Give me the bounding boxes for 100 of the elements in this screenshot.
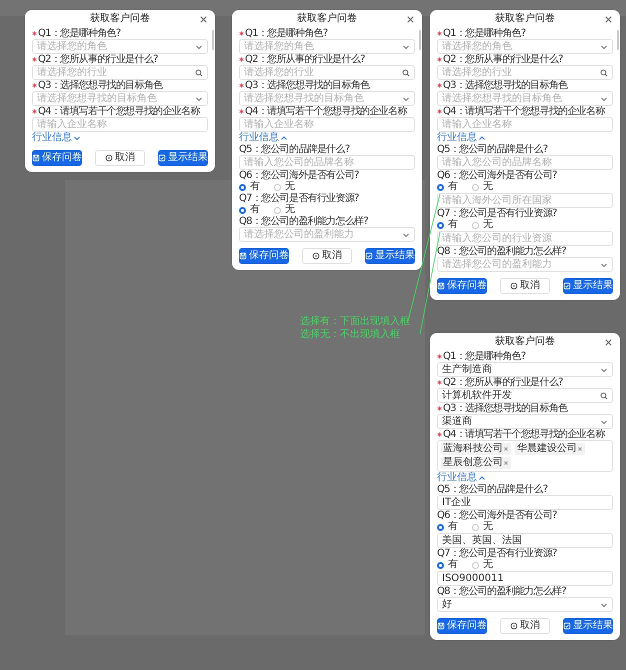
- scrollbar[interactable]: [617, 30, 619, 50]
- radio-option[interactable]: 有: [437, 521, 458, 533]
- question-label: Q5：您公司的品牌是什么?: [437, 484, 548, 495]
- checkbox-icon: [563, 282, 571, 290]
- dropdown-field[interactable]: 生产制造商: [437, 362, 613, 377]
- radio-option[interactable]: 无: [274, 181, 295, 193]
- floppy-disk-icon: [437, 282, 445, 290]
- result-button[interactable]: 显示结果: [158, 150, 208, 166]
- annotation-text: 选择有：下面出现填入框: [300, 316, 410, 327]
- checkbox-icon: [365, 252, 373, 260]
- tag[interactable]: 华晨建设公司: [515, 443, 585, 455]
- question-label: Q8：您公司的盈利能力怎么样?: [437, 246, 566, 257]
- floppy-disk-icon: [239, 252, 247, 260]
- cancel-button[interactable]: 取消: [95, 150, 145, 166]
- section-toggle[interactable]: 行业信息: [239, 132, 288, 144]
- question-label: Q5：您公司的品牌是什么?: [239, 144, 350, 155]
- remove-icon[interactable]: [503, 460, 509, 466]
- section-toggle[interactable]: 行业信息: [437, 472, 486, 484]
- radio-option[interactable]: 有: [437, 559, 458, 571]
- input-field[interactable]: 美国、英国、法国: [437, 533, 613, 548]
- question-label: Q5：您公司的品牌是什么?: [437, 144, 548, 155]
- question-label: Q4：请填写若干个您想寻找的企业名称: [38, 106, 200, 117]
- minus-circle-icon: [105, 154, 113, 162]
- question-label: Q1：您是哪种角色?: [443, 351, 526, 362]
- question-label: Q7：您公司是否有行业资源?: [239, 193, 359, 204]
- question-label: Q4：请填写若干个您想寻找的企业名称: [245, 106, 407, 117]
- search-icon: [600, 68, 608, 76]
- radio-option[interactable]: 无: [274, 204, 295, 216]
- question-label: Q3：选择您想寻找的目标角色: [38, 80, 162, 91]
- save-button[interactable]: 保存问卷: [437, 278, 487, 294]
- caret-icon: [73, 134, 81, 142]
- tag[interactable]: 蓝海科技公司: [441, 443, 511, 455]
- cancel-button[interactable]: 取消: [500, 278, 550, 294]
- save-button[interactable]: 保存问卷: [437, 618, 487, 634]
- chevron-down-icon: [402, 94, 410, 102]
- question-label: Q8：您公司的盈利能力怎么样?: [239, 216, 368, 227]
- search-icon: [195, 68, 203, 76]
- radio-option[interactable]: 有: [239, 204, 260, 216]
- radio-option[interactable]: 无: [472, 181, 493, 193]
- caret-icon: [478, 474, 486, 482]
- cancel-button[interactable]: 取消: [302, 248, 352, 264]
- radio-option[interactable]: 无: [472, 219, 493, 231]
- question-label: Q7：您公司是否有行业资源?: [437, 208, 557, 219]
- minus-circle-icon: [510, 282, 518, 290]
- dropdown-field[interactable]: 渠道商: [437, 414, 613, 429]
- scrollbar[interactable]: [212, 30, 214, 50]
- close-icon[interactable]: [406, 15, 415, 24]
- tag[interactable]: 星辰创意公司: [441, 457, 511, 469]
- question-label: Q4：请填写若干个您想寻找的企业名称: [443, 106, 605, 117]
- radio-option[interactable]: 有: [437, 181, 458, 193]
- checkbox-icon: [563, 622, 571, 630]
- close-icon[interactable]: [604, 338, 613, 347]
- cancel-button[interactable]: 取消: [500, 618, 550, 634]
- question-label: Q3：选择您想寻找的目标角色: [443, 80, 568, 91]
- tag-input-field[interactable]: 蓝海科技公司 华晨建设公司 星辰创意公司: [437, 440, 613, 472]
- dialog-title: 获取客户问卷: [297, 13, 357, 25]
- chevron-down-icon: [600, 418, 608, 426]
- section-toggle[interactable]: 行业信息: [437, 132, 486, 144]
- dialog-title: 获取客户问卷: [495, 336, 555, 348]
- question-label: Q2：您所从事的行业是什么?: [38, 54, 158, 65]
- remove-icon[interactable]: [577, 446, 583, 452]
- minus-circle-icon: [510, 622, 518, 630]
- dialog-title: 获取客户问卷: [90, 13, 150, 25]
- chevron-down-icon: [600, 260, 608, 268]
- input-field[interactable]: ISO9000011: [437, 571, 613, 586]
- result-button[interactable]: 显示结果: [563, 618, 613, 634]
- chevron-down-icon: [600, 366, 608, 374]
- question-label: Q1：您是哪种角色?: [38, 28, 121, 39]
- result-button[interactable]: 显示结果: [365, 248, 415, 264]
- question-label: Q1：您是哪种角色?: [245, 28, 328, 39]
- radio-option[interactable]: 有: [239, 181, 260, 193]
- question-label: Q3：选择您想寻找的目标角色: [443, 403, 568, 414]
- question-label: Q8：您公司的盈利能力怎么样?: [437, 586, 566, 597]
- save-button[interactable]: 保存问卷: [32, 150, 82, 166]
- search-field[interactable]: 计算机软件开发: [437, 388, 613, 403]
- close-icon[interactable]: [199, 15, 208, 24]
- chevron-down-icon: [600, 600, 608, 608]
- section-toggle[interactable]: 行业信息: [32, 132, 81, 144]
- question-label: Q1：您是哪种角色?: [443, 28, 526, 39]
- question-label: Q2：您所从事的行业是什么?: [443, 377, 563, 388]
- save-button[interactable]: 保存问卷: [239, 248, 289, 264]
- caret-icon: [478, 134, 486, 142]
- question-label: Q6：您公司海外是否有公司?: [437, 170, 557, 181]
- radio-option[interactable]: 无: [472, 521, 493, 533]
- remove-icon[interactable]: [503, 446, 509, 452]
- dialog-title: 获取客户问卷: [495, 13, 555, 25]
- question-label: Q2：您所从事的行业是什么?: [245, 54, 365, 65]
- radio-option[interactable]: 有: [437, 219, 458, 231]
- input-field[interactable]: IT企业: [437, 495, 613, 510]
- close-icon[interactable]: [604, 15, 613, 24]
- scrollbar[interactable]: [419, 30, 421, 50]
- chevron-down-icon: [600, 94, 608, 102]
- dropdown-field[interactable]: 好: [437, 597, 613, 612]
- question-label: Q4：请填写若干个您想寻找的企业名称: [443, 429, 605, 440]
- question-label: Q7：您公司是否有行业资源?: [437, 548, 557, 559]
- result-button[interactable]: 显示结果: [563, 278, 613, 294]
- search-icon: [600, 392, 608, 400]
- checkbox-icon: [158, 154, 166, 162]
- radio-option[interactable]: 无: [472, 559, 493, 571]
- minus-circle-icon: [312, 252, 320, 260]
